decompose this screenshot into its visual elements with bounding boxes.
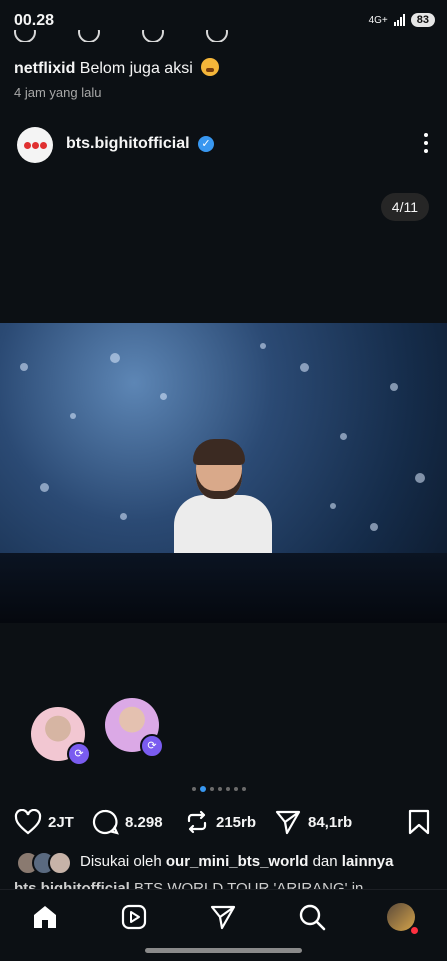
- liked-by-others[interactable]: lainnya: [342, 853, 394, 870]
- nav-home[interactable]: [30, 902, 60, 932]
- repost-count: 215rb: [216, 813, 257, 831]
- nav-messages[interactable]: [208, 902, 238, 932]
- post-username[interactable]: bts.bighitofficial: [66, 135, 190, 153]
- share-button[interactable]: 84,1rb: [274, 808, 352, 836]
- share-count: 84,1rb: [308, 813, 353, 831]
- liked-by-conj: dan: [312, 853, 338, 870]
- comment-timestamp: 4 jam yang lalu: [14, 85, 102, 100]
- liked-by-prefix: Disukai oleh: [80, 853, 162, 870]
- repost-badge-icon: ⟳: [140, 734, 164, 758]
- bookmark-icon: [408, 809, 430, 835]
- caption-username: bts.bighitofficial: [14, 880, 130, 889]
- like-count: 2JT: [48, 813, 74, 831]
- notification-dot: [411, 927, 418, 934]
- signal-icon: [393, 14, 405, 26]
- comment-text: Belom juga aksi: [79, 60, 193, 77]
- liked-by-text[interactable]: Disukai oleh our_mini_bts_world dan lain…: [80, 853, 393, 870]
- previous-actions-cutoff: [14, 30, 294, 42]
- reels-icon: [121, 904, 147, 930]
- post-photo[interactable]: [0, 323, 447, 623]
- nav-reels[interactable]: [119, 902, 149, 932]
- save-button[interactable]: [407, 808, 431, 836]
- nav-search[interactable]: [297, 902, 327, 932]
- comment-icon: [92, 809, 119, 835]
- liked-by-user[interactable]: our_mini_bts_world: [166, 853, 309, 870]
- send-icon: [275, 810, 301, 835]
- like-button[interactable]: 2JT: [14, 808, 74, 836]
- status-time: 00.28: [14, 12, 55, 29]
- repost-button[interactable]: 215rb: [184, 808, 256, 836]
- search-icon: [299, 904, 326, 931]
- comment-username[interactable]: netflixid: [14, 60, 75, 77]
- comment-button[interactable]: 8.298: [91, 808, 163, 836]
- heart-icon: [14, 809, 42, 835]
- previous-comment: netflixid Belom juga aksi: [14, 58, 220, 78]
- caption-text: BTS WORLD TOUR 'ARIRANG' in ...: [134, 880, 381, 889]
- home-icon: [34, 906, 56, 928]
- weary-face-emoji-icon: [201, 58, 220, 76]
- verified-badge-icon: ✓: [198, 136, 214, 152]
- nav-profile[interactable]: [386, 902, 418, 934]
- profile-avatar[interactable]: [17, 127, 53, 163]
- status-icons: 4G+ 83: [369, 13, 435, 27]
- repost-badge-icon: ⟳: [67, 742, 91, 766]
- carousel-indicator: [192, 786, 246, 792]
- network-label: 4G+: [368, 14, 388, 26]
- caption-preview[interactable]: bts.bighitofficial BTS WORLD TOUR 'ARIRA…: [14, 880, 434, 889]
- repost-icon: [187, 810, 207, 834]
- carousel-counter: 4/11: [380, 193, 429, 221]
- comment-count: 8.298: [125, 813, 163, 831]
- more-options-icon[interactable]: [423, 133, 429, 153]
- liked-by-avatars[interactable]: [16, 851, 72, 875]
- home-indicator[interactable]: [145, 948, 302, 953]
- send-icon: [210, 905, 236, 930]
- profile-avatar-icon: [387, 903, 415, 931]
- battery-indicator: 83: [410, 13, 435, 27]
